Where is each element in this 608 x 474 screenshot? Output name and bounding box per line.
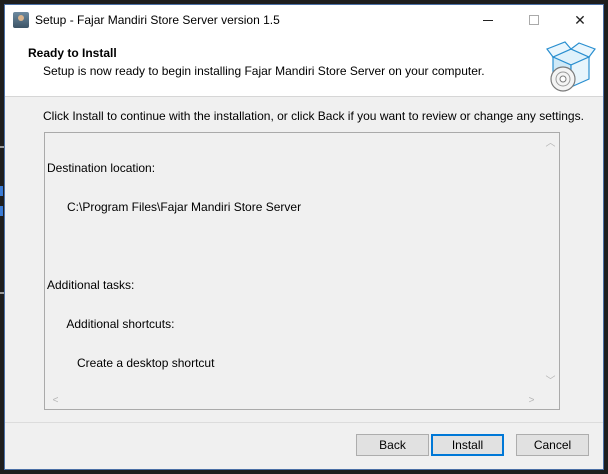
scroll-up-icon[interactable]: ︿	[542, 135, 559, 152]
wizard-header: Ready to Install Setup is now ready to b…	[5, 35, 603, 97]
memo-content: Destination location: C:\Program Files\F…	[47, 136, 301, 396]
horizontal-scrollbar[interactable]: < >	[45, 392, 542, 409]
vertical-scrollbar[interactable]: ︿ ﹀	[542, 133, 559, 392]
instruction-text: Click Install to continue with the insta…	[43, 109, 584, 123]
memo-line: Additional tasks:	[47, 278, 135, 292]
minimize-button[interactable]	[465, 5, 511, 35]
cancel-button[interactable]: Cancel	[516, 434, 589, 456]
memo-line: Destination location:	[47, 161, 156, 175]
page-title: Ready to Install	[28, 46, 117, 60]
background-mark	[0, 186, 3, 196]
setup-dialog: Setup - Fajar Mandiri Store Server versi…	[4, 4, 604, 470]
scroll-down-icon[interactable]: ﹀	[542, 373, 559, 390]
scroll-left-icon[interactable]: <	[47, 392, 64, 409]
footer-divider	[5, 422, 603, 423]
app-icon	[13, 12, 29, 28]
maximize-button[interactable]	[511, 5, 557, 35]
ready-memo[interactable]: Destination location: C:\Program Files\F…	[44, 132, 560, 410]
install-button[interactable]: Install	[431, 434, 504, 456]
memo-line	[47, 240, 301, 253]
install-box-icon	[546, 41, 596, 92]
minimize-icon	[483, 19, 493, 21]
window-title: Setup - Fajar Mandiri Store Server versi…	[35, 13, 280, 27]
memo-line: C:\Program Files\Fajar Mandiri Store Ser…	[47, 200, 302, 214]
scroll-right-icon[interactable]: >	[523, 392, 540, 409]
maximize-icon	[529, 15, 539, 25]
memo-line: Additional shortcuts:	[47, 317, 175, 331]
title-bar[interactable]: Setup - Fajar Mandiri Store Server versi…	[5, 5, 603, 35]
close-button[interactable]: ✕	[557, 5, 603, 35]
back-button[interactable]: Back	[356, 434, 429, 456]
background-mark	[0, 206, 3, 216]
close-icon: ✕	[574, 11, 586, 28]
memo-line: Create a desktop shortcut	[47, 356, 215, 370]
page-subtitle: Setup is now ready to begin installing F…	[43, 64, 485, 78]
